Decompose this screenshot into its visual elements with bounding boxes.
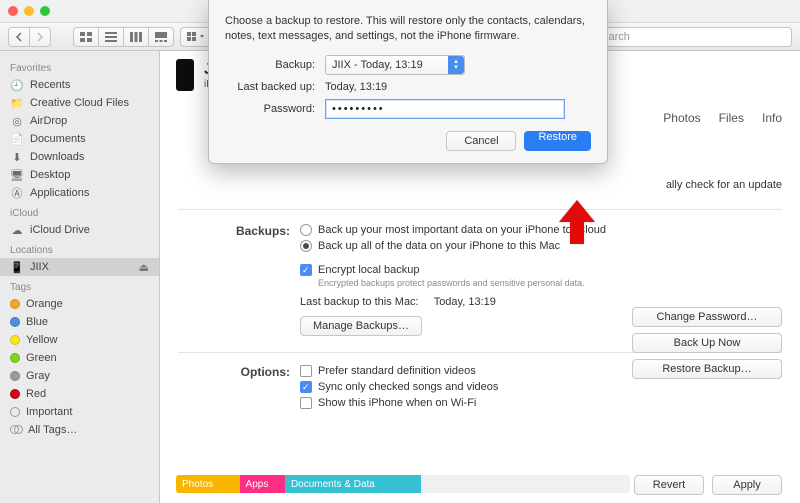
list-view-button[interactable] bbox=[98, 27, 124, 47]
backup-dropdown-value: JIIX - Today, 13:19 bbox=[332, 59, 423, 71]
manage-backups-button[interactable]: Manage Backups… bbox=[300, 316, 422, 336]
forward-button[interactable] bbox=[29, 27, 51, 47]
change-password-button[interactable]: Change Password… bbox=[632, 307, 782, 327]
last-backed-up-label: Last backed up: bbox=[225, 81, 325, 93]
cancel-button[interactable]: Cancel bbox=[446, 131, 516, 151]
airdrop-icon: ◎ bbox=[10, 115, 24, 128]
sidebar-tag-blue[interactable]: Blue bbox=[0, 313, 159, 331]
update-text-fragment: ally check for an update bbox=[160, 179, 800, 191]
sidebar-item-downloads[interactable]: ⬇Downloads bbox=[0, 148, 159, 166]
sidebar-item-applications[interactable]: ⒶApplications bbox=[0, 184, 159, 202]
sidebar-header-locations: Locations bbox=[0, 239, 159, 258]
option-sync-row[interactable]: Sync only checked songs and videos bbox=[300, 379, 780, 395]
eject-icon[interactable]: ⏏ bbox=[139, 261, 149, 274]
tab-photos[interactable]: Photos bbox=[663, 111, 700, 125]
tag-dot-icon bbox=[10, 407, 20, 417]
sidebar-tag-red[interactable]: Red bbox=[0, 385, 159, 403]
minimize-window-icon[interactable] bbox=[24, 6, 34, 16]
storage-seg-free bbox=[421, 475, 630, 493]
sidebar-tag-important[interactable]: Important bbox=[0, 403, 159, 421]
clock-icon: 🕘 bbox=[10, 79, 24, 92]
backups-label: Backups: bbox=[180, 222, 290, 338]
chevron-updown-icon: ▴▾ bbox=[448, 56, 464, 74]
tag-dot-icon bbox=[10, 371, 20, 381]
sidebar-item-desktop[interactable]: 🖥Desktop bbox=[0, 166, 159, 184]
sidebar-all-tags[interactable]: All Tags… bbox=[0, 421, 159, 439]
options-label: Options: bbox=[180, 363, 290, 411]
close-window-icon[interactable] bbox=[8, 6, 18, 16]
zoom-window-icon[interactable] bbox=[40, 6, 50, 16]
tag-dot-icon bbox=[10, 317, 20, 327]
storage-seg-apps: Apps bbox=[240, 475, 285, 493]
footer-buttons: Revert Apply bbox=[634, 475, 782, 495]
content-tabs: Photos Files Info bbox=[663, 111, 782, 125]
tab-files[interactable]: Files bbox=[719, 111, 744, 125]
cloud-icon: ☁ bbox=[10, 224, 24, 237]
backup-dropdown-label: Backup: bbox=[225, 59, 325, 71]
tab-info[interactable]: Info bbox=[762, 111, 782, 125]
sidebar-item-creative-cloud[interactable]: 📁Creative Cloud Files bbox=[0, 94, 159, 112]
view-buttons bbox=[73, 27, 174, 47]
phone-icon: 📱 bbox=[10, 261, 24, 274]
option-wifi-row[interactable]: Show this iPhone when on Wi-Fi bbox=[300, 395, 780, 411]
sidebar-item-icloud-drive[interactable]: ☁iCloud Drive bbox=[0, 221, 159, 239]
gallery-view-button[interactable] bbox=[148, 27, 174, 47]
revert-button[interactable]: Revert bbox=[634, 475, 704, 495]
restore-button[interactable]: Restore bbox=[524, 131, 591, 151]
download-icon: ⬇ bbox=[10, 151, 24, 164]
restore-backup-button[interactable]: Restore Backup… bbox=[632, 359, 782, 379]
checkbox-icon bbox=[300, 264, 312, 276]
dialog-message: Choose a backup to restore. This will re… bbox=[225, 14, 591, 45]
restore-backup-dialog: Choose a backup to restore. This will re… bbox=[208, 0, 608, 164]
all-tags-icon bbox=[10, 425, 22, 435]
radio-icon bbox=[300, 224, 312, 236]
sidebar-tag-gray[interactable]: Gray bbox=[0, 367, 159, 385]
sidebar-tag-yellow[interactable]: Yellow bbox=[0, 331, 159, 349]
sidebar-tag-green[interactable]: Green bbox=[0, 349, 159, 367]
password-input[interactable] bbox=[325, 99, 565, 119]
sidebar: Favorites 🕘Recents 📁Creative Cloud Files… bbox=[0, 51, 160, 503]
desktop-icon: 🖥 bbox=[10, 169, 24, 182]
device-image bbox=[176, 59, 194, 91]
tag-dot-icon bbox=[10, 389, 20, 399]
encrypt-note: Encrypted backups protect passwords and … bbox=[318, 278, 780, 288]
icon-view-button[interactable] bbox=[73, 27, 99, 47]
tag-dot-icon bbox=[10, 299, 20, 309]
password-label: Password: bbox=[225, 103, 325, 115]
nav-buttons bbox=[8, 27, 51, 47]
sidebar-tag-orange[interactable]: Orange bbox=[0, 295, 159, 313]
storage-seg-photos: Photos bbox=[176, 475, 240, 493]
storage-bar: Photos Apps Documents & Data bbox=[176, 475, 630, 493]
sidebar-header-tags: Tags bbox=[0, 276, 159, 295]
backup-mac-radio-row[interactable]: Back up all of the data on your iPhone t… bbox=[300, 238, 780, 254]
apps-icon: Ⓐ bbox=[10, 185, 24, 201]
checkbox-icon bbox=[300, 381, 312, 393]
backup-icloud-radio-row[interactable]: Back up your most important data on your… bbox=[300, 222, 780, 238]
backup-now-button[interactable]: Back Up Now bbox=[632, 333, 782, 353]
sidebar-item-recents[interactable]: 🕘Recents bbox=[0, 76, 159, 94]
sidebar-item-documents[interactable]: 📄Documents bbox=[0, 130, 159, 148]
folder-icon: 📁 bbox=[10, 97, 24, 110]
traffic-lights bbox=[8, 6, 50, 16]
storage-seg-docs: Documents & Data bbox=[285, 475, 421, 493]
encrypt-checkbox-row[interactable]: Encrypt local backup bbox=[300, 262, 780, 278]
tag-dot-icon bbox=[10, 353, 20, 363]
tag-dot-icon bbox=[10, 335, 20, 345]
checkbox-icon bbox=[300, 397, 312, 409]
back-button[interactable] bbox=[8, 27, 30, 47]
radio-icon bbox=[300, 240, 312, 252]
sidebar-header-icloud: iCloud bbox=[0, 202, 159, 221]
checkbox-icon bbox=[300, 365, 312, 377]
backup-dropdown[interactable]: JIIX - Today, 13:19 ▴▾ bbox=[325, 55, 465, 75]
sidebar-header-favorites: Favorites bbox=[0, 57, 159, 76]
sidebar-item-airdrop[interactable]: ◎AirDrop bbox=[0, 112, 159, 130]
backup-action-buttons: Change Password… Back Up Now Restore Bac… bbox=[632, 307, 782, 379]
last-backed-up-value: Today, 13:19 bbox=[325, 81, 387, 93]
sidebar-item-device[interactable]: 📱JIIX⏏ bbox=[0, 258, 159, 276]
column-view-button[interactable] bbox=[123, 27, 149, 47]
apply-button[interactable]: Apply bbox=[712, 475, 782, 495]
doc-icon: 📄 bbox=[10, 133, 24, 146]
